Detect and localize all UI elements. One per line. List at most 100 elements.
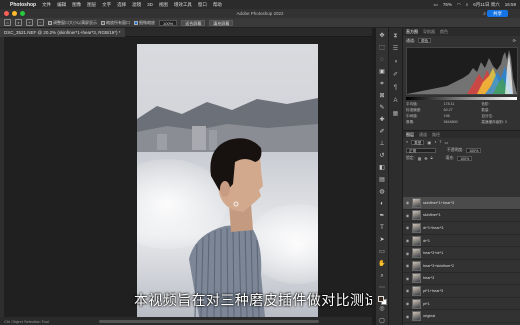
horizontal-scrollbar[interactable]	[98, 319, 319, 323]
menu-plugins[interactable]: 增效工具	[174, 2, 192, 8]
menu-3d[interactable]: 3D	[147, 2, 153, 7]
type-tool-icon[interactable]: T	[378, 224, 387, 232]
scrubby-zoom-checkbox[interactable]	[134, 20, 138, 25]
tab-channels[interactable]: 通道	[419, 132, 427, 138]
layer-name[interactable]: hear*3+dr*1	[423, 251, 443, 255]
app-menu[interactable]: Photoshop	[10, 2, 36, 8]
menu-window[interactable]: 窗口	[198, 2, 207, 8]
filter-adjust-icon[interactable]: ◑	[434, 140, 436, 144]
close-window-button[interactable]	[4, 11, 9, 16]
filter-type-icon[interactable]: T	[439, 140, 441, 144]
tab-layers[interactable]: 图层	[406, 132, 414, 138]
channel-select[interactable]: 颜色	[418, 38, 432, 43]
clone-stamp-tool-icon[interactable]: ⊥	[378, 140, 387, 148]
refresh-icon[interactable]: ⟳	[513, 38, 516, 43]
menu-edit[interactable]: 编辑	[57, 2, 66, 8]
portrait-photo[interactable]	[137, 44, 318, 317]
healing-brush-tool-icon[interactable]: ✚	[378, 116, 387, 124]
more-tools-icon[interactable]: ⋯	[378, 284, 387, 292]
tab-navigator[interactable]: 导航器	[423, 29, 435, 35]
properties-panel-icon[interactable]: ☰	[391, 45, 400, 53]
pen-tool-icon[interactable]: ✒	[378, 212, 387, 220]
filter-pixel-icon[interactable]: ▣	[427, 140, 431, 145]
visibility-eye-icon[interactable]: ◉	[405, 301, 410, 306]
lock-pixels-icon[interactable]: ▦	[418, 156, 422, 161]
layer-name[interactable]: original	[423, 314, 435, 318]
visibility-eye-icon[interactable]: ◉	[405, 225, 410, 230]
layer-name[interactable]: skinfiner*1	[423, 213, 441, 217]
paragraph-panel-icon[interactable]: ¶	[391, 84, 400, 92]
layer-kind-select[interactable]: 类型	[411, 139, 425, 145]
screen-mode-icon[interactable]: ▢	[378, 317, 387, 325]
hand-tool-icon[interactable]: ✋	[378, 260, 387, 268]
menu-type[interactable]: 文字	[102, 2, 111, 8]
lock-position-icon[interactable]: ✥	[424, 156, 427, 161]
layer-row[interactable]: ◉ hear*3	[403, 273, 520, 286]
history-panel-icon[interactable]: ⧗	[391, 32, 400, 40]
search-icon[interactable]: ⌕	[483, 11, 486, 17]
zoom-all-option[interactable]: 缩放所有窗口	[101, 20, 130, 26]
fill-field[interactable]: 100%	[457, 155, 473, 161]
path-select-tool-icon[interactable]: ➤	[378, 236, 387, 244]
home-icon[interactable]: ⌂	[4, 19, 11, 26]
layer-row[interactable]: ◉ hear*3+skinfiner*2	[403, 260, 520, 273]
shape-tool-icon[interactable]: ▭	[378, 248, 387, 256]
foreground-color-swatch[interactable]	[377, 296, 384, 302]
filter-shape-icon[interactable]: ▭	[445, 140, 449, 145]
layer-name[interactable]: dr*1	[423, 239, 430, 243]
layer-row[interactable]: ◉ pt*1+hear*3	[403, 285, 520, 298]
gradient-tool-icon[interactable]: ▤	[378, 176, 387, 184]
menu-select[interactable]: 选择	[117, 2, 126, 8]
blur-tool-icon[interactable]: ◍	[378, 188, 387, 196]
resize-windows-checkbox[interactable]	[48, 20, 52, 25]
marquee-tool-icon[interactable]: ⬚	[378, 44, 387, 52]
layer-row[interactable]: ◉ skinfiner*1	[403, 210, 520, 223]
layer-name[interactable]: hear*3+skinfiner*2	[423, 264, 454, 268]
libraries-panel-icon[interactable]: ▦	[391, 110, 400, 118]
visibility-eye-icon[interactable]: ◉	[405, 238, 410, 243]
zoom-window-button[interactable]	[20, 11, 25, 16]
layer-name[interactable]: hear*3	[423, 276, 434, 280]
resize-windows-option[interactable]: 调整窗口大小以满屏显示	[48, 20, 97, 26]
menubar-time[interactable]: 16:59	[505, 2, 516, 7]
fill-screen-button[interactable]: 填充屏幕	[209, 19, 234, 26]
menu-layer[interactable]: 图层	[87, 2, 96, 8]
tab-paths[interactable]: 路径	[432, 132, 440, 138]
fit-screen-button[interactable]: 适合屏幕	[181, 19, 206, 26]
layer-row[interactable]: ◉ dr*1+hear*3	[403, 222, 520, 235]
canvas-area[interactable]: 本视频旨在对三种磨皮插件做对比测试	[4, 37, 372, 317]
layer-name[interactable]: dr*1+hear*3	[423, 226, 443, 230]
layer-row[interactable]: ◉ skinfiner*1+hear*3	[403, 197, 520, 210]
wifi-icon[interactable]: ◠	[457, 2, 461, 8]
menu-file[interactable]: 文件	[42, 2, 51, 8]
history-brush-tool-icon[interactable]: ↺	[378, 152, 387, 160]
document-tab[interactable]: DSC_3521.NEF @ 20.2% (skinfiner*1+hear*3…	[0, 28, 125, 37]
zoom-all-checkbox[interactable]	[101, 20, 105, 25]
tab-color[interactable]: 颜色	[440, 29, 448, 35]
search-icon[interactable]: ⌕	[466, 2, 469, 7]
layer-name[interactable]: skinfiner*1+hear*3	[423, 201, 454, 205]
scrubby-zoom-option[interactable]: 细微缩放	[134, 20, 155, 26]
layer-row[interactable]: ◉ original	[403, 310, 520, 323]
tab-histogram[interactable]: 直方图	[406, 29, 418, 35]
layer-name[interactable]: pt*1+hear*3	[423, 289, 443, 293]
visibility-eye-icon[interactable]: ◉	[405, 276, 410, 281]
blend-mode-select[interactable]: 正常	[406, 147, 436, 153]
opacity-field[interactable]: 100%	[466, 147, 482, 153]
share-button[interactable]: 共享	[487, 10, 508, 17]
visibility-eye-icon[interactable]: ◉	[405, 213, 410, 218]
zoom-out-icon[interactable]: −	[37, 19, 44, 26]
adjustments-panel-icon[interactable]: ◑	[391, 58, 400, 66]
visibility-eye-icon[interactable]: ◉	[405, 263, 410, 268]
minimize-window-button[interactable]	[12, 11, 17, 16]
menu-view[interactable]: 视图	[159, 2, 168, 8]
brush-tool-icon[interactable]: ✐	[378, 128, 387, 136]
menu-image[interactable]: 图像	[72, 2, 81, 8]
zoom-level-field[interactable]: 100%	[159, 19, 178, 26]
battery-icon[interactable]: ▭	[434, 2, 438, 8]
menu-filter[interactable]: 滤镜	[132, 2, 141, 8]
layer-row[interactable]: ◉ dr*1	[403, 235, 520, 248]
filter-search-icon[interactable]: ⌕	[406, 140, 408, 144]
eraser-tool-icon[interactable]: ◧	[378, 164, 387, 172]
visibility-eye-icon[interactable]: ◉	[405, 200, 410, 205]
